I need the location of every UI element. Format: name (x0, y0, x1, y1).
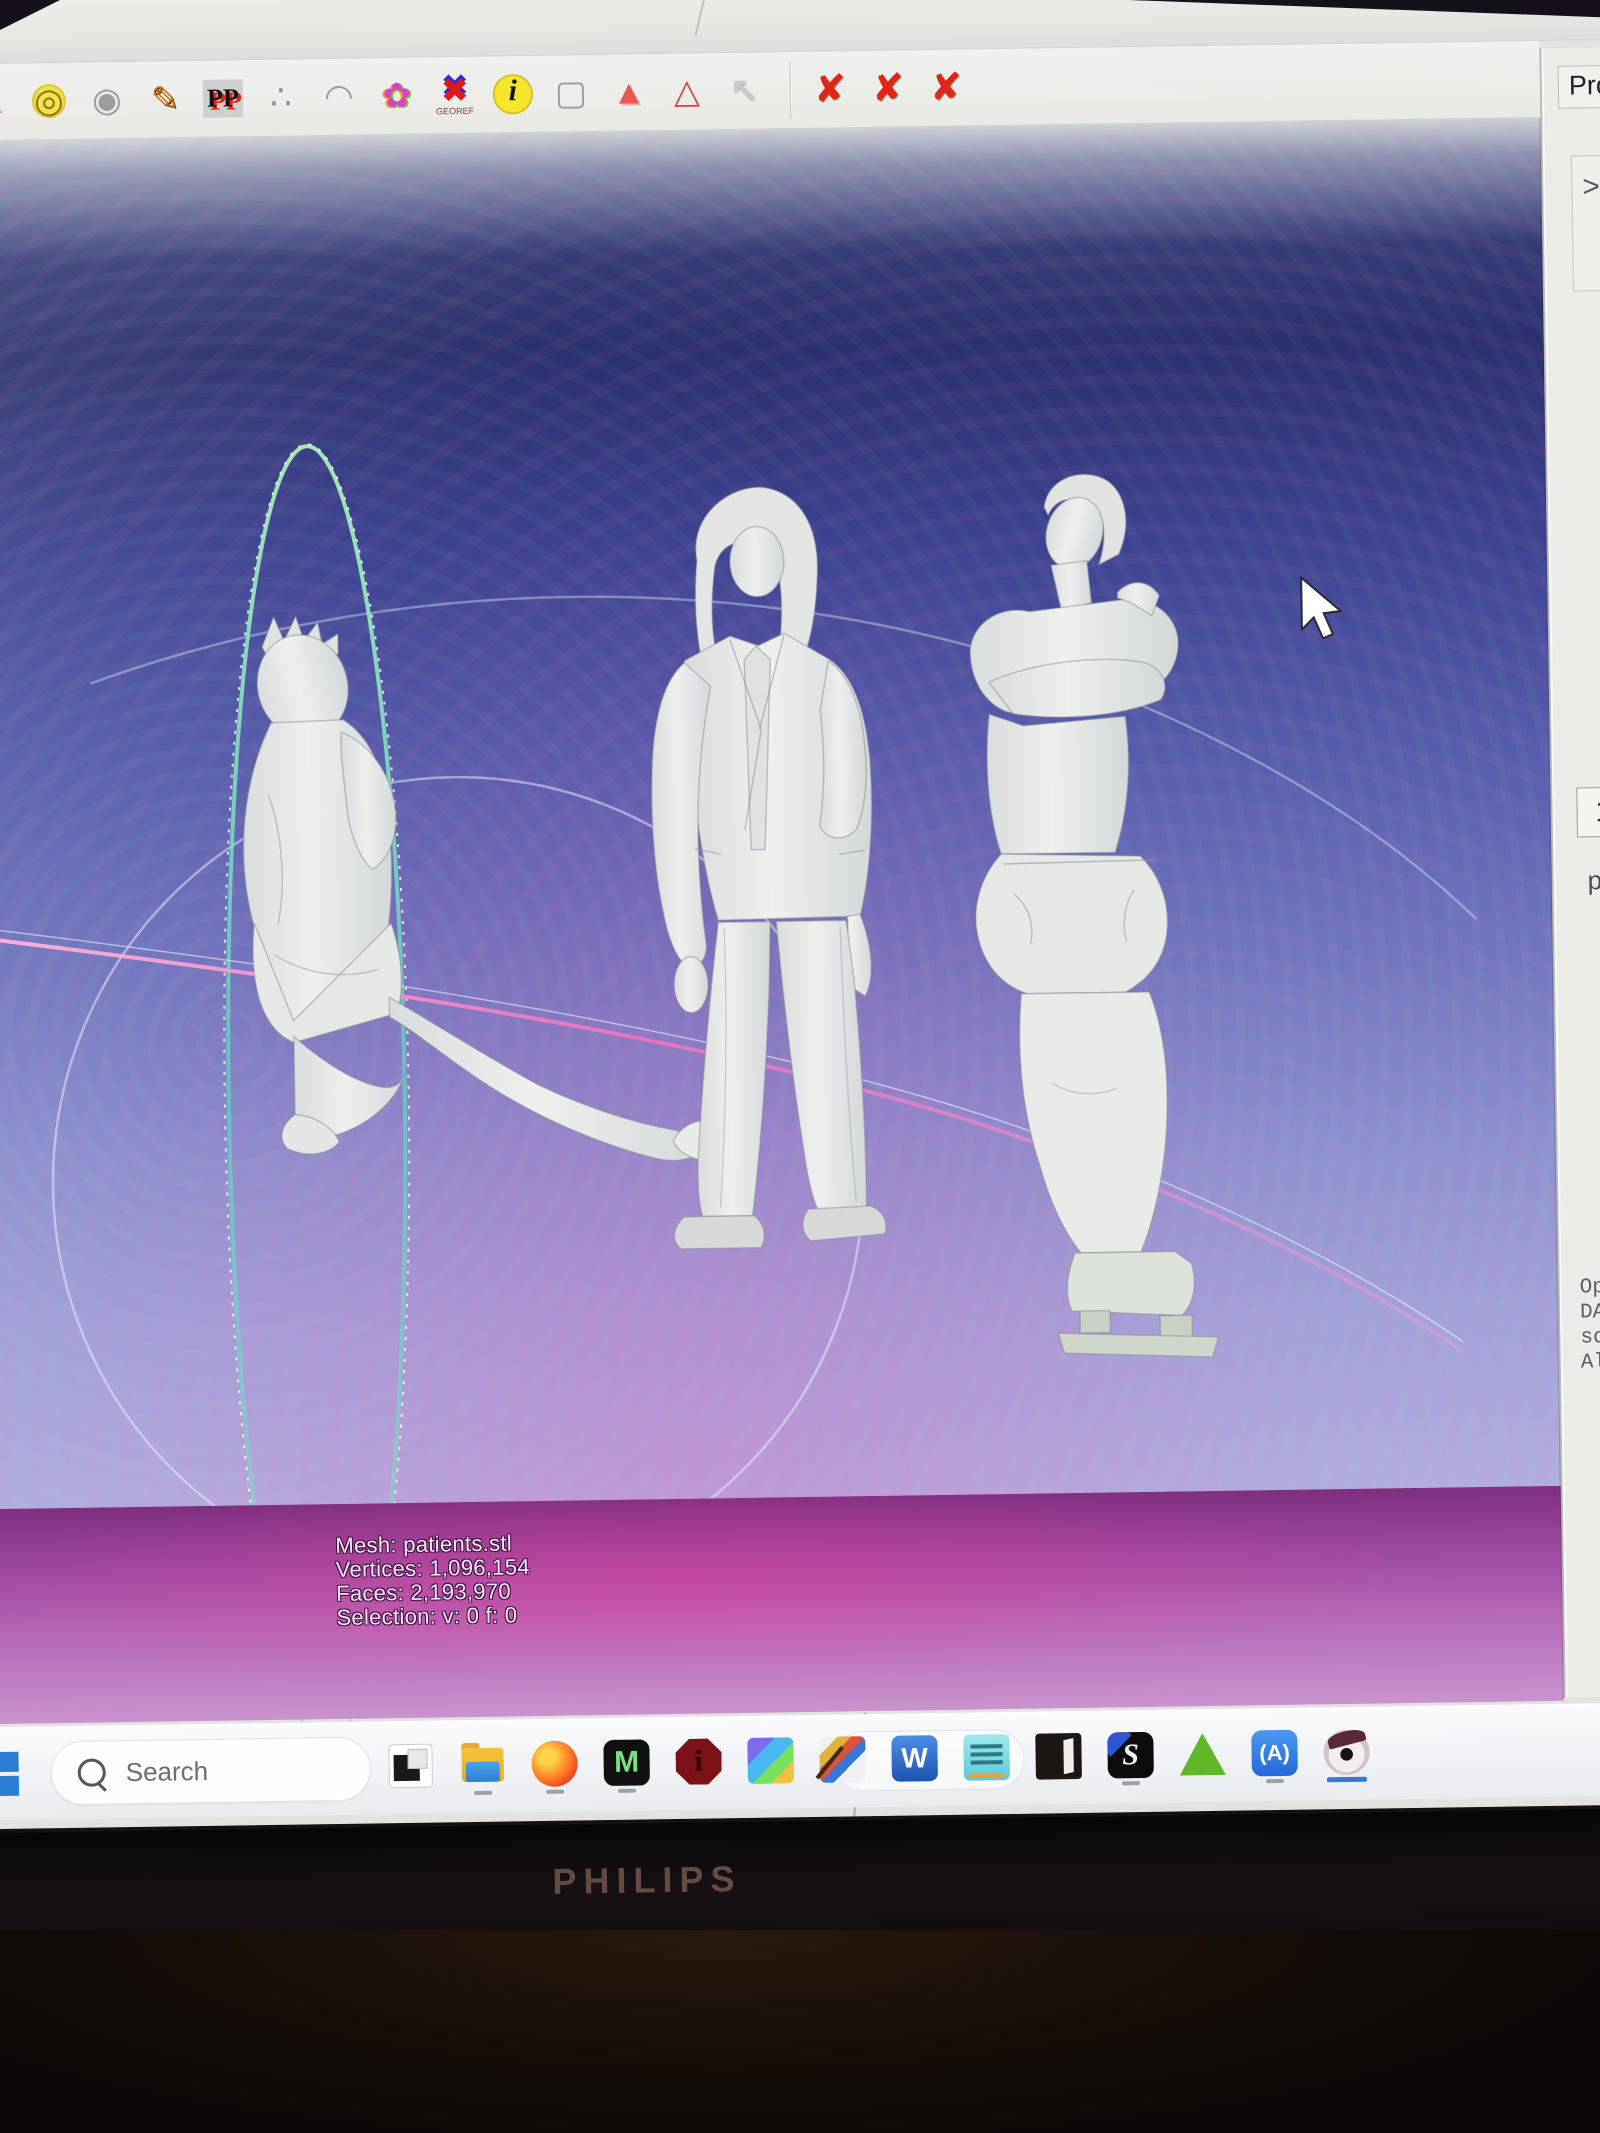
taskbar-i-app-icon[interactable]: i (672, 1731, 725, 1792)
moire-glow (0, 1485, 1564, 1725)
delete-vertices-icon: ✘ (813, 68, 847, 111)
taskbar-firefox-icon[interactable] (528, 1733, 581, 1794)
georef-pin-icon: ✖ (440, 71, 470, 111)
toolbar-info-icon[interactable]: i (486, 64, 539, 125)
taskbar-eye-viewer-icon[interactable] (1320, 1722, 1373, 1783)
woman-jeans-hips (975, 853, 1169, 995)
texture-parrot-icon: ✿ (382, 76, 412, 116)
delete-faces-vertices-icon: ✘ (929, 66, 963, 110)
toolbar-axis-icon[interactable]: ∟ (0, 72, 17, 133)
taskbar-word-icon[interactable]: W (888, 1728, 941, 1789)
woman-torso (986, 713, 1130, 855)
child-leg-extended (388, 995, 715, 1162)
paintbrush-icon: ✎ (150, 80, 180, 119)
toolbar-texture-parrot-icon[interactable]: ✿ (370, 66, 423, 127)
select-face-tri-icon: △ (673, 72, 701, 111)
toolbar-delete-faces-vertices-icon[interactable]: ✘ (919, 57, 972, 118)
taskbar-paint-app-icon[interactable] (816, 1729, 869, 1790)
toolbar-delete-faces-icon[interactable]: ✘ (861, 58, 914, 119)
taskbar-m-app-icon[interactable]: M (600, 1732, 653, 1793)
toolbar-point-select-icon[interactable]: ∴ (254, 67, 307, 128)
select-rect-icon: ▢ (554, 74, 588, 113)
point-select-icon: ∴ (269, 78, 293, 117)
camera-icon: ◉ (91, 81, 123, 120)
project-panel-title: Pro (1557, 64, 1600, 109)
cursor-tool-icon: ↖ (730, 71, 760, 110)
viewport-status-band: Mesh: patients.stl Vertices: 1,096,154 F… (0, 1485, 1564, 1725)
toolbar-delete-vertices-icon[interactable]: ✘ (803, 59, 856, 120)
man-left-shoe (673, 1215, 765, 1250)
taskbar-task-view-icon[interactable] (384, 1736, 437, 1797)
man-right-shoe (802, 1205, 887, 1242)
panel-expand-chevron-icon[interactable]: > (1570, 154, 1600, 292)
taskbar-s-app-icon[interactable]: S (1104, 1725, 1157, 1786)
man-left-trouser (697, 920, 771, 1218)
mouse-cursor (1300, 575, 1344, 640)
delete-faces-icon: ✘ (871, 67, 905, 110)
toolbar-cursor-icon[interactable]: ↖ (718, 60, 771, 121)
toolbar-separator (789, 61, 792, 120)
man-hand (673, 955, 709, 1014)
philips-monitor: ∟ ◎ ◉ ✎ PP ∴ ◠ ✿ ✖ GEOREF i ▢ ▲ △ ↖ ✘ ✘ (0, 0, 1600, 1998)
toolbar-measure-tape-icon[interactable]: ◎ (23, 71, 76, 132)
layer-index-badge[interactable]: 1 (1576, 786, 1600, 838)
info-icon: i (492, 73, 534, 115)
log-text-fragments: Op DA sc Al (1579, 1276, 1600, 1375)
taskbar-notepad-icon[interactable] (960, 1727, 1013, 1788)
man-left-arm (819, 659, 867, 839)
desk-surface: ZEISS Brillen-Reinigungstücher milde Lös… (0, 1930, 1600, 2133)
woman-base-plate (1057, 1332, 1220, 1358)
taskbar-file-explorer-icon[interactable] (456, 1734, 509, 1795)
toolbar-surface-points-icon[interactable]: ◠ (312, 66, 365, 127)
taskbar-ca-app-icon[interactable]: (A) (1248, 1723, 1301, 1784)
toolbar-camera-icon[interactable]: ◉ (80, 70, 133, 131)
surface-points-icon: ◠ (323, 77, 355, 117)
toolbar-georef-icon[interactable]: ✖ GEOREF (428, 65, 481, 126)
measure-tape-icon: ◎ (31, 81, 67, 121)
taskbar-a-app-icon[interactable] (1176, 1724, 1229, 1785)
windows-start-icon[interactable] (0, 1751, 20, 1797)
point-picker-icon: PP (202, 79, 244, 118)
screen: ∟ ◎ ◉ ✎ PP ∴ ◠ ✿ ✖ GEOREF i ▢ ▲ △ ↖ ✘ ✘ (0, 0, 1600, 1830)
woman-legs (1018, 991, 1168, 1254)
mesh-info-block: Mesh: patients.stl Vertices: 1,096,154 F… (335, 1530, 530, 1631)
taskbar-cube-app-icon[interactable] (744, 1730, 797, 1791)
layer-name-label: p… (1587, 864, 1600, 896)
model-woman-crossed-arms (969, 473, 1220, 1358)
axis-icon: ∟ (0, 84, 6, 119)
photo-of-monitor: ∟ ◎ ◉ ✎ PP ∴ ◠ ✿ ✖ GEOREF i ▢ ▲ △ ↖ ✘ ✘ (0, 0, 1600, 2133)
toolbar-paintbrush-icon[interactable]: ✎ (138, 69, 191, 130)
taskbar-search[interactable]: Search (50, 1736, 372, 1806)
search-label: Search (125, 1755, 209, 1787)
taskbar-book-app-icon[interactable] (1032, 1726, 1085, 1787)
select-faces-icon: ▲ (611, 73, 646, 112)
woman-boot (1066, 1250, 1196, 1317)
mesh-selection: Selection: v: 0 f: 0 (336, 1602, 518, 1631)
man-face (729, 525, 785, 598)
monitor-brand-logo: PHILIPS (552, 1858, 742, 1902)
georef-caption: GEOREF (436, 105, 475, 117)
search-icon (77, 1758, 106, 1787)
toolbar-select-rect-icon[interactable]: ▢ (544, 63, 597, 124)
toolbar-point-picker-icon[interactable]: PP (196, 68, 249, 129)
toolbar-select-faces-icon[interactable]: ▲ (602, 62, 655, 123)
toolbar-select-face-tri-icon[interactable]: △ (660, 61, 713, 122)
